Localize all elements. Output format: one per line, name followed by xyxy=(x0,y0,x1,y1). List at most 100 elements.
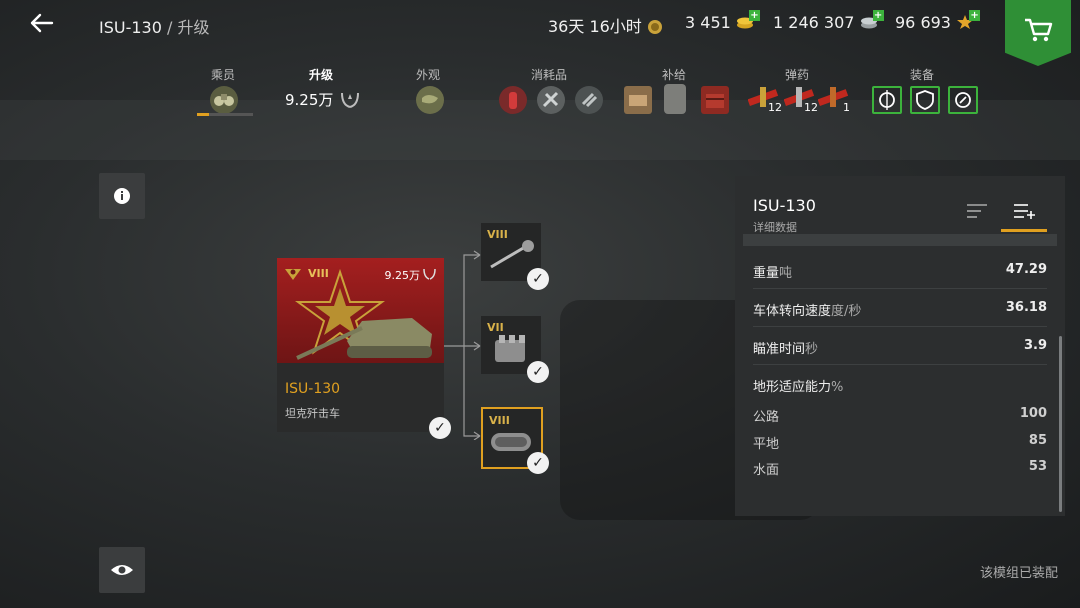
detailed-view-tab[interactable] xyxy=(1001,196,1047,232)
breadcrumb-separator: / xyxy=(161,18,178,37)
detailed-view-icon xyxy=(1014,204,1035,219)
credits-text: 1 246 307 xyxy=(773,13,855,32)
repair-kit-icon[interactable] xyxy=(537,86,565,114)
stat-label: 车体转向速度 xyxy=(753,304,832,319)
installed-check-icon: ✓ xyxy=(527,361,549,383)
gold-balance[interactable]: 3 451 + xyxy=(685,10,760,32)
module-tier: VIII xyxy=(489,414,510,427)
stat-unit: 秒 xyxy=(805,342,819,357)
tab-appearance[interactable]: 外观 xyxy=(416,66,440,83)
toolbox-icon[interactable] xyxy=(701,86,729,114)
fire-extinguisher-icon[interactable] xyxy=(499,86,527,114)
canister-icon[interactable] xyxy=(664,84,686,114)
breadcrumb-vehicle[interactable]: ISU-130 xyxy=(99,18,162,37)
active-tab-underline xyxy=(1001,229,1047,232)
stats-panel: ISU-130 详细数据 重量吨 47.29 车体转向速度度/秒 36.18 瞄… xyxy=(735,176,1065,516)
tab-provisions[interactable]: 补给 xyxy=(662,66,686,83)
tracks-module-icon xyxy=(491,433,531,451)
terrain-header: 地形适应能力% xyxy=(753,376,1047,395)
installed-check-icon: ✓ xyxy=(527,452,549,474)
tank-class: 坦克歼击车 xyxy=(285,407,340,420)
binoculars-icon[interactable] xyxy=(210,86,238,114)
premium-timer[interactable]: 36天 16小时 xyxy=(548,13,663,37)
arrow-left-icon xyxy=(30,13,54,33)
panel-title: ISU-130 xyxy=(753,196,816,215)
stat-value: 47.29 xyxy=(1005,262,1047,277)
terrain-type: 平地 xyxy=(753,437,780,452)
tank-name: ISU-130 xyxy=(285,381,341,397)
ammo-he-icon[interactable]: 1 xyxy=(817,84,852,114)
stat-value: 36.18 xyxy=(1005,300,1047,315)
stat-value: 3.9 xyxy=(1023,338,1047,353)
gun-module-icon xyxy=(490,240,534,269)
tab-crew[interactable]: 乘员 xyxy=(211,66,235,83)
engine-module-icon xyxy=(495,335,525,362)
view-button[interactable] xyxy=(99,547,145,593)
terrain-type: 公路 xyxy=(753,410,780,425)
panel-scrollbar[interactable] xyxy=(1059,336,1062,512)
tier-badge-icon xyxy=(285,269,301,280)
ammo-ap-icon[interactable]: 12 xyxy=(747,84,782,114)
tab-crew-underline xyxy=(197,113,253,116)
breadcrumb-section: 升级 xyxy=(177,18,210,37)
med-kit-icon[interactable] xyxy=(575,86,603,114)
stat-row-aim-time: 瞄准时间秒 3.9 xyxy=(753,338,1047,357)
panel-divider xyxy=(743,234,1057,246)
add-gold-icon[interactable]: + xyxy=(748,10,760,21)
module-engine[interactable]: VII ✓ xyxy=(481,316,549,383)
stat-unit: 吨 xyxy=(779,266,793,281)
upgrade-xp-value[interactable]: 9.25万 xyxy=(285,89,333,110)
ammo-ap-count: 12 xyxy=(768,101,782,114)
breadcrumb: ISU-130 / 升级 xyxy=(99,14,209,38)
add-credits-icon[interactable]: + xyxy=(872,10,884,21)
terrain-value: 100 xyxy=(1019,406,1047,421)
row-separator xyxy=(753,288,1047,289)
premium-time-text: 36天 16小时 xyxy=(548,17,642,36)
ammo-he-count: 1 xyxy=(843,101,850,114)
row-separator xyxy=(753,326,1047,327)
tank-image xyxy=(296,318,432,360)
terrain-value: 85 xyxy=(1028,433,1047,448)
rations-icon[interactable] xyxy=(624,86,652,114)
eye-icon xyxy=(111,565,133,575)
panel-subtitle: 详细数据 xyxy=(753,221,797,234)
equipment-slot-1-icon[interactable] xyxy=(872,86,902,114)
camouflage-icon[interactable] xyxy=(416,86,444,114)
stat-unit: 度/秒 xyxy=(831,304,862,319)
module-gun[interactable]: VIII ✓ xyxy=(481,223,549,290)
ammo-apcr-count: 12 xyxy=(804,101,818,114)
gold-icon: + xyxy=(736,10,760,30)
module-status-text: 该模组已装配 xyxy=(980,566,1059,581)
ammo-apcr-icon[interactable]: 12 xyxy=(783,84,818,114)
info-icon xyxy=(114,188,130,204)
shop-button[interactable] xyxy=(1005,0,1071,66)
tank-tier: VIII xyxy=(308,267,329,280)
tab-consumables[interactable]: 消耗品 xyxy=(531,66,567,83)
xp-wreath-icon xyxy=(423,268,436,280)
add-free-xp-icon[interactable]: + xyxy=(969,10,981,21)
equipment-slot-2-icon[interactable] xyxy=(910,86,940,114)
tab-upgrade[interactable]: 升级 xyxy=(309,66,333,83)
row-separator xyxy=(753,364,1047,365)
back-button[interactable] xyxy=(28,10,56,36)
free-xp-balance[interactable]: 96 693 + xyxy=(895,10,981,32)
compact-view-icon[interactable] xyxy=(965,202,989,220)
stat-row-weight: 重量吨 47.29 xyxy=(753,262,1047,281)
stat-row-traverse: 车体转向速度度/秒 36.18 xyxy=(753,300,1047,319)
module-tracks[interactable]: VIII ✓ xyxy=(481,407,549,474)
gold-text: 3 451 xyxy=(685,13,731,32)
terrain-row-road: 公路 100 xyxy=(753,406,1047,425)
installed-check-icon: ✓ xyxy=(527,268,549,290)
credits-icon: + xyxy=(860,10,884,30)
info-button[interactable] xyxy=(99,173,145,219)
tank-card[interactable]: VIII 9.25万 ISU-130 坦克歼击车 ✓ xyxy=(277,258,451,439)
terrain-type: 水面 xyxy=(753,463,780,478)
tank-xp-value: 9.25万 xyxy=(384,269,421,282)
stat-label: 瞄准时间 xyxy=(753,342,806,357)
equipment-slot-3-icon[interactable] xyxy=(948,86,978,114)
cart-icon xyxy=(1025,18,1053,42)
credits-balance[interactable]: 1 246 307 + xyxy=(773,10,884,32)
tab-equipment[interactable]: 装备 xyxy=(910,66,934,83)
free-xp-icon: + xyxy=(956,10,981,30)
tab-ammo[interactable]: 弹药 xyxy=(785,66,809,83)
